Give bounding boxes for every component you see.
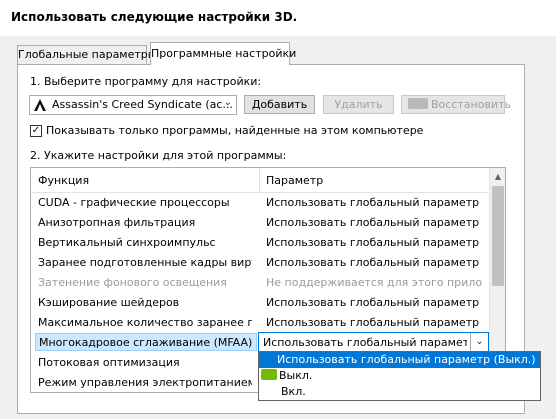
tab-program-settings[interactable]: Программные настройки xyxy=(150,42,296,65)
show-installed-only-checkbox[interactable]: ✓ xyxy=(30,125,42,137)
chevron-down-icon[interactable]: ⌄ xyxy=(470,333,488,351)
table-row[interactable]: Кэширование шейдеров Использовать глобал… xyxy=(31,293,489,313)
table-header: Функция Параметр xyxy=(31,168,489,193)
row-function: Анизотропная фильтрация xyxy=(38,216,196,229)
step1-label: 1. Выберите программу для настройки: xyxy=(30,75,262,88)
dropdown-option-off[interactable]: Выкл. xyxy=(259,368,540,384)
row-parameter: Использовать глобальный параметр (Все) xyxy=(266,196,482,209)
row-function: Режим управления электропитанием xyxy=(38,376,252,389)
column-header-function[interactable]: Функция xyxy=(38,174,89,187)
program-select-value: Assassin's Creed Syndicate (ac... xyxy=(52,98,233,111)
restore-button-label: Восстановить xyxy=(431,98,511,111)
row-parameter: Использовать глобальный параметр (8x) xyxy=(266,216,482,229)
chevron-down-icon: ⌄ xyxy=(223,97,232,108)
row-function: Максимальное количество заранее под... xyxy=(38,316,252,329)
dropdown-option-global[interactable]: Использовать глобальный параметр (Выкл.) xyxy=(259,352,540,368)
row-parameter: Использовать глобальный параметр (И... xyxy=(266,236,482,249)
table-row[interactable]: Вертикальный синхроимпульс Использовать … xyxy=(31,233,489,253)
dropdown-option-on[interactable]: Вкл. xyxy=(259,384,540,400)
step2-label: 2. Укажите настройки для этой программы: xyxy=(30,149,287,162)
parameter-combobox-value: Использовать глобальный параметр (Вы xyxy=(263,336,467,349)
restore-button[interactable]: Восстановить xyxy=(401,95,511,114)
add-button[interactable]: Добавить xyxy=(244,95,315,114)
row-parameter: Использовать глобальный параметр (И... xyxy=(266,316,482,329)
row-function: CUDA - графические процессоры xyxy=(38,196,230,209)
dropdown-option-off-label: Выкл. xyxy=(279,369,313,382)
remove-button[interactable]: Удалить xyxy=(323,95,394,114)
show-installed-only-label: Показывать только программы, найденные н… xyxy=(46,124,424,137)
tab-global-settings[interactable]: Глобальные параметры xyxy=(17,45,156,65)
scroll-up-arrow-icon[interactable]: ▲ xyxy=(490,168,505,185)
row-function: Потоковая оптимизация xyxy=(38,356,180,369)
row-function: Вертикальный синхроимпульс xyxy=(38,236,216,249)
table-row[interactable]: Анизотропная фильтрация Использовать гло… xyxy=(31,213,489,233)
table-row[interactable]: Заранее подготовленные кадры вирту... Ис… xyxy=(31,253,489,273)
nvidia-logo-icon xyxy=(408,98,428,109)
assassins-creed-logo-icon xyxy=(33,98,47,112)
row-function: Заранее подготовленные кадры вирту... xyxy=(38,256,252,269)
nvidia-badge-icon xyxy=(261,369,277,380)
program-select[interactable]: Assassin's Creed Syndicate (ac... ⌄ xyxy=(29,95,237,115)
column-divider[interactable] xyxy=(259,168,260,192)
row-parameter: Не поддерживается для этого приложе... xyxy=(266,276,482,289)
row-parameter: Использовать глобальный параметр (В... xyxy=(266,296,482,309)
parameter-combobox[interactable]: Использовать глобальный параметр (Вы ⌄ xyxy=(258,332,489,352)
table-row[interactable]: Затенение фонового освещения Не поддержи… xyxy=(31,273,489,293)
row-function: Кэширование шейдеров xyxy=(38,296,180,309)
row-function: Многокадровое сглаживание (MFAA) xyxy=(35,333,257,351)
column-header-parameter[interactable]: Параметр xyxy=(266,174,323,187)
parameter-dropdown-list: Использовать глобальный параметр (Выкл.)… xyxy=(258,351,541,401)
table-row[interactable]: Максимальное количество заранее под... И… xyxy=(31,313,489,333)
scrollbar-thumb[interactable] xyxy=(492,186,504,286)
row-function: Затенение фонового освещения xyxy=(38,276,227,289)
row-parameter: Использовать глобальный параметр (1) xyxy=(266,256,482,269)
page-title: Использовать следующие настройки 3D. xyxy=(11,10,298,24)
table-row[interactable]: CUDA - графические процессоры Использова… xyxy=(31,193,489,213)
